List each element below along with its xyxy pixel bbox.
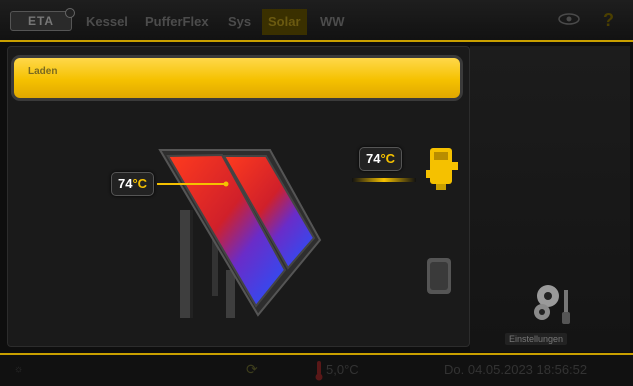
gear-icon[interactable]	[528, 278, 578, 328]
outdoor-temperature: 5,0°C	[326, 362, 359, 377]
sun-icon: ☼	[14, 364, 24, 375]
bottom-bar: ☼ ⟳ 5,0°C Do. 04.05.2023 18:56:52	[0, 353, 633, 386]
consumer-temperature[interactable]: 74°C	[359, 147, 403, 171]
mode-icon[interactable]: ⟳	[246, 361, 268, 379]
consumer-icon[interactable]	[426, 148, 458, 190]
collector-sensor-dot	[223, 181, 229, 187]
thermometer-icon	[315, 361, 323, 381]
settings-label[interactable]: Einstellungen	[505, 333, 568, 345]
collector-temperature[interactable]: 74°C	[111, 172, 155, 196]
tank-icon	[427, 258, 451, 294]
datetime: Do. 04.05.2023 18:56:52	[444, 362, 588, 377]
flow-pipe	[352, 178, 416, 182]
